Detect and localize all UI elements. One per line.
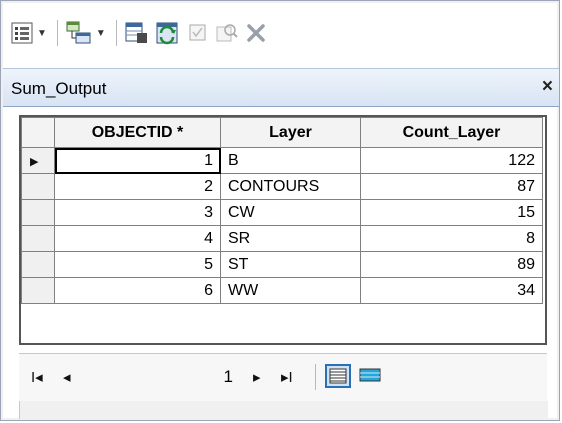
attribute-grid: OBJECTID * Layer Count_Layer ▶ 1 B 122 2…	[21, 117, 543, 304]
clear-selection-icon	[189, 24, 206, 41]
column-header-objectid[interactable]: OBJECTID *	[54, 117, 221, 148]
table-row[interactable]: 4 SR 8	[21, 225, 543, 252]
first-record-button[interactable]: I◂	[31, 368, 43, 386]
delete-selected-icon	[247, 24, 265, 42]
table-options-icon	[11, 22, 33, 44]
table-row[interactable]: 6 WW 34	[21, 277, 543, 304]
chevron-down-icon: ▼	[95, 27, 106, 39]
count-layer-cell[interactable]: 87	[360, 173, 543, 200]
chevron-down-icon: ▼	[37, 27, 47, 39]
column-header-layer[interactable]: Layer	[220, 117, 361, 148]
clear-selection-button[interactable]	[187, 18, 209, 48]
objectid-cell[interactable]: 6	[54, 277, 221, 304]
count-layer-cell[interactable]: 89	[360, 251, 543, 278]
zoom-to-selected-button[interactable]	[215, 18, 239, 48]
select-by-attributes-button[interactable]	[125, 18, 149, 48]
next-record-button[interactable]: ▸	[253, 368, 261, 386]
objectid-cell[interactable]: 1	[54, 147, 221, 174]
select-by-attributes-icon	[125, 22, 147, 43]
current-record-field[interactable]: 1	[149, 367, 233, 387]
zoom-to-selected-icon	[216, 24, 238, 42]
table-row[interactable]: 2 CONTOURS 87	[21, 173, 543, 200]
toolbar-divider	[56, 20, 58, 46]
objectid-cell[interactable]: 3	[54, 199, 221, 226]
row-selector[interactable]	[21, 277, 55, 304]
record-navigation-bar: I◂ ◂ 1 ▸ ▸I	[19, 353, 547, 403]
show-all-records-icon[interactable]	[325, 364, 351, 388]
toolbar-divider	[115, 20, 117, 46]
select-all-cell[interactable]	[21, 117, 55, 148]
switch-selection-icon	[156, 22, 178, 45]
table-row[interactable]: 3 CW 15	[21, 199, 543, 226]
count-layer-cell[interactable]: 34	[360, 277, 543, 304]
show-selected-records-icon[interactable]	[357, 364, 383, 388]
switch-selection-button[interactable]	[155, 18, 181, 48]
row-selector[interactable]: ▶	[21, 147, 55, 174]
attribute-table: OBJECTID * Layer Count_Layer ▶ 1 B 122 2…	[19, 115, 547, 345]
objectid-cell[interactable]: 2	[54, 173, 221, 200]
layer-cell[interactable]: CONTOURS	[220, 173, 361, 200]
related-tables-icon	[66, 21, 91, 44]
column-header-count-layer[interactable]: Count_Layer	[360, 117, 543, 148]
close-icon[interactable]: ×	[542, 76, 553, 98]
layer-cell[interactable]: ST	[220, 251, 361, 278]
layer-cell[interactable]: SR	[220, 225, 361, 252]
count-layer-cell[interactable]: 15	[360, 199, 543, 226]
objectid-cell[interactable]: 4	[54, 225, 221, 252]
related-tables-button[interactable]: ▼	[66, 18, 106, 48]
last-record-button[interactable]: ▸I	[281, 368, 293, 386]
table-row[interactable]: 5 ST 89	[21, 251, 543, 278]
row-selector[interactable]	[21, 199, 55, 226]
row-selector[interactable]	[21, 251, 55, 278]
header-row: OBJECTID * Layer Count_Layer	[21, 117, 543, 148]
row-selector[interactable]	[21, 225, 55, 252]
table-row[interactable]: ▶ 1 B 122	[21, 147, 543, 174]
layer-cell[interactable]: B	[220, 147, 361, 174]
layer-cell[interactable]: CW	[220, 199, 361, 226]
previous-record-button[interactable]: ◂	[63, 368, 71, 386]
count-layer-cell[interactable]: 8	[360, 225, 543, 252]
row-selector[interactable]	[21, 173, 55, 200]
status-area	[19, 401, 548, 419]
delete-selected-button[interactable]	[245, 18, 267, 48]
table-window: ▼ ▼ Sum_Output × OBJECTID * Layer Count_…	[0, 0, 560, 421]
table-toolbar: ▼ ▼	[11, 11, 549, 55]
table-options-button[interactable]: ▼	[11, 18, 47, 48]
nav-divider	[315, 364, 316, 390]
table-title-bar: Sum_Output ×	[3, 68, 559, 107]
layer-cell[interactable]: WW	[220, 277, 361, 304]
table-title: Sum_Output	[11, 79, 107, 98]
current-row-pointer-icon: ▶	[30, 155, 39, 168]
objectid-cell[interactable]: 5	[54, 251, 221, 278]
count-layer-cell[interactable]: 122	[360, 147, 543, 174]
